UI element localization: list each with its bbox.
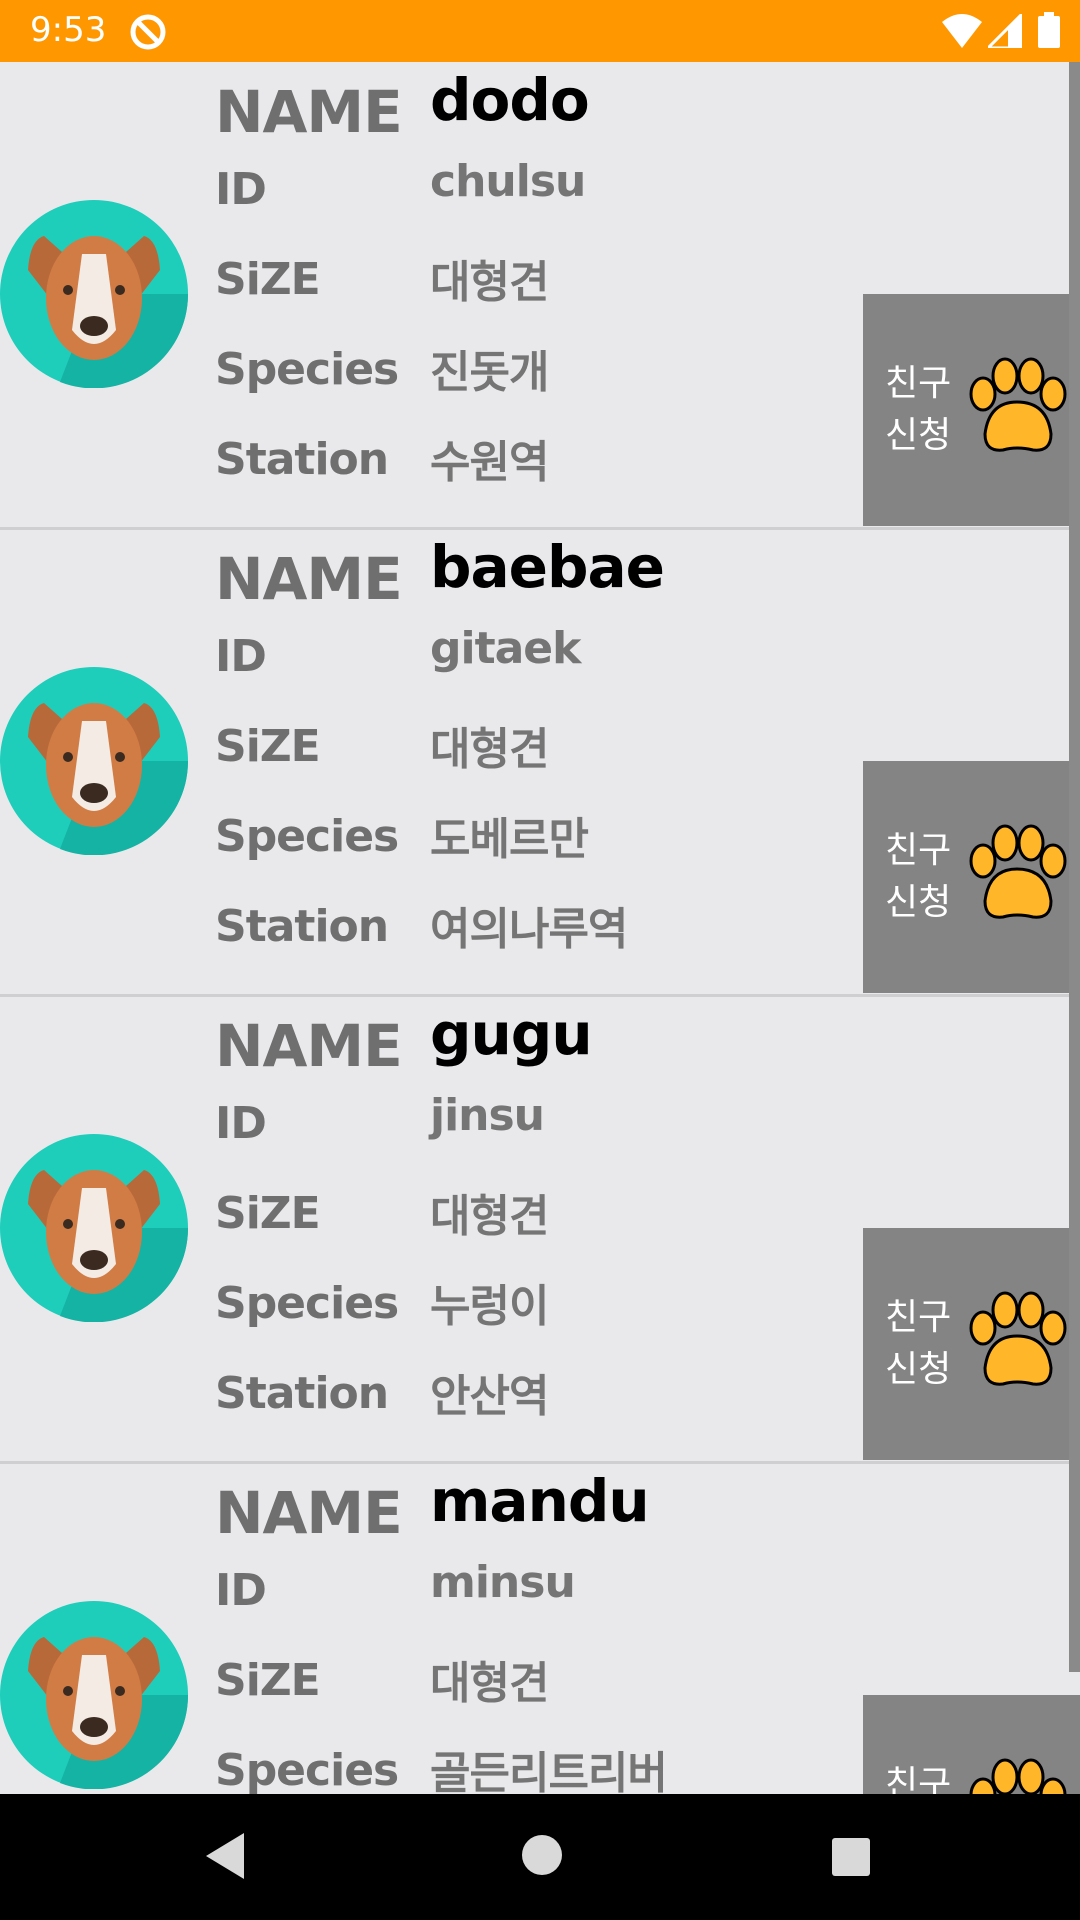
dog-name: gugu (430, 1000, 593, 1068)
station-label: Station (215, 434, 389, 485)
dog-species: 누렁이 (430, 1281, 549, 1332)
dog-size: 대형견 (430, 257, 549, 308)
friend-request-line1: 친구 (885, 830, 952, 871)
paw-icon (969, 357, 1067, 452)
dog-list[interactable]: NAME dodo ID chulsu SiZE 대형견 Species 진돗개… (0, 62, 1080, 1794)
back-icon[interactable] (200, 1829, 250, 1883)
home-icon[interactable] (518, 1831, 566, 1879)
dog-name: baebae (430, 533, 665, 601)
dog-avatar-icon (0, 1134, 188, 1322)
navigation-bar (0, 1794, 1080, 1920)
dog-station: 여의나루역 (430, 904, 628, 955)
scrollbar[interactable] (1069, 62, 1080, 1672)
size-label: SiZE (215, 254, 321, 305)
status-time: 9:53 (30, 10, 107, 50)
dog-species: 도베르만 (430, 814, 589, 865)
dog-name: mandu (430, 1467, 650, 1535)
id-label: ID (215, 1098, 267, 1149)
dog-species: 진돗개 (430, 347, 549, 398)
dog-id: chulsu (430, 156, 586, 207)
name-label: NAME (215, 1479, 403, 1547)
friend-request-line1: 친구 (885, 363, 952, 404)
battery-icon (1038, 12, 1060, 48)
species-label: Species (215, 1278, 399, 1329)
dog-species: 골든리트리버 (430, 1748, 668, 1794)
friend-request-label: 친구 신청 (885, 1292, 965, 1396)
size-label: SiZE (215, 721, 321, 772)
dog-size: 대형견 (430, 1191, 549, 1242)
friend-request-line1: 친구 (885, 1297, 952, 1338)
dog-size: 대형견 (430, 1658, 549, 1709)
id-label: ID (215, 1565, 267, 1616)
wifi-icon (942, 14, 982, 48)
dog-size: 대형견 (430, 724, 549, 775)
dog-station: 수원역 (430, 437, 549, 488)
species-label: Species (215, 1745, 399, 1794)
status-bar: 9:53 (0, 0, 1080, 62)
paw-icon (969, 1758, 1067, 1794)
species-label: Species (215, 344, 399, 395)
dog-avatar-icon (0, 200, 188, 388)
recents-icon[interactable] (830, 1836, 872, 1878)
friend-request-button[interactable]: 친구 신청 (863, 294, 1080, 526)
friend-request-line2: 신청 (885, 1349, 952, 1390)
friend-request-line2: 신청 (885, 415, 952, 456)
friend-request-line1: 친구 (885, 1764, 952, 1794)
dog-card[interactable]: NAME dodo ID chulsu SiZE 대형견 Species 진돗개… (0, 62, 1080, 530)
name-label: NAME (215, 78, 403, 146)
size-label: SiZE (215, 1655, 321, 1706)
name-label: NAME (215, 545, 403, 613)
dog-avatar-icon (0, 667, 188, 855)
dog-name: dodo (430, 66, 590, 134)
sync-icon (130, 14, 166, 50)
dog-card[interactable]: NAME baebae ID gitaek SiZE 대형견 Species 도… (0, 529, 1080, 997)
paw-icon (969, 824, 1067, 919)
dog-card[interactable]: NAME gugu ID jinsu SiZE 대형견 Species 누렁이 … (0, 996, 1080, 1464)
dog-station: 안산역 (430, 1371, 549, 1422)
dog-card[interactable]: NAME mandu ID minsu SiZE 대형견 Species 골든리… (0, 1463, 1080, 1794)
friend-request-line2: 신청 (885, 882, 952, 923)
friend-request-label: 친구 신청 (885, 358, 965, 462)
friend-request-button[interactable]: 친구 신청 (863, 1228, 1080, 1460)
friend-request-label: 친구 신청 (885, 1759, 965, 1794)
signal-icon (988, 14, 1022, 48)
dog-id: jinsu (430, 1090, 545, 1141)
dog-id: gitaek (430, 623, 581, 674)
station-label: Station (215, 901, 389, 952)
size-label: SiZE (215, 1188, 321, 1239)
friend-request-label: 친구 신청 (885, 825, 965, 929)
id-label: ID (215, 631, 267, 682)
station-label: Station (215, 1368, 389, 1419)
species-label: Species (215, 811, 399, 862)
friend-request-button[interactable]: 친구 신청 (863, 761, 1080, 993)
friend-request-button[interactable]: 친구 신청 (863, 1695, 1080, 1794)
id-label: ID (215, 164, 267, 215)
dog-avatar-icon (0, 1601, 188, 1789)
dog-id: minsu (430, 1557, 576, 1608)
name-label: NAME (215, 1012, 403, 1080)
paw-icon (969, 1291, 1067, 1386)
